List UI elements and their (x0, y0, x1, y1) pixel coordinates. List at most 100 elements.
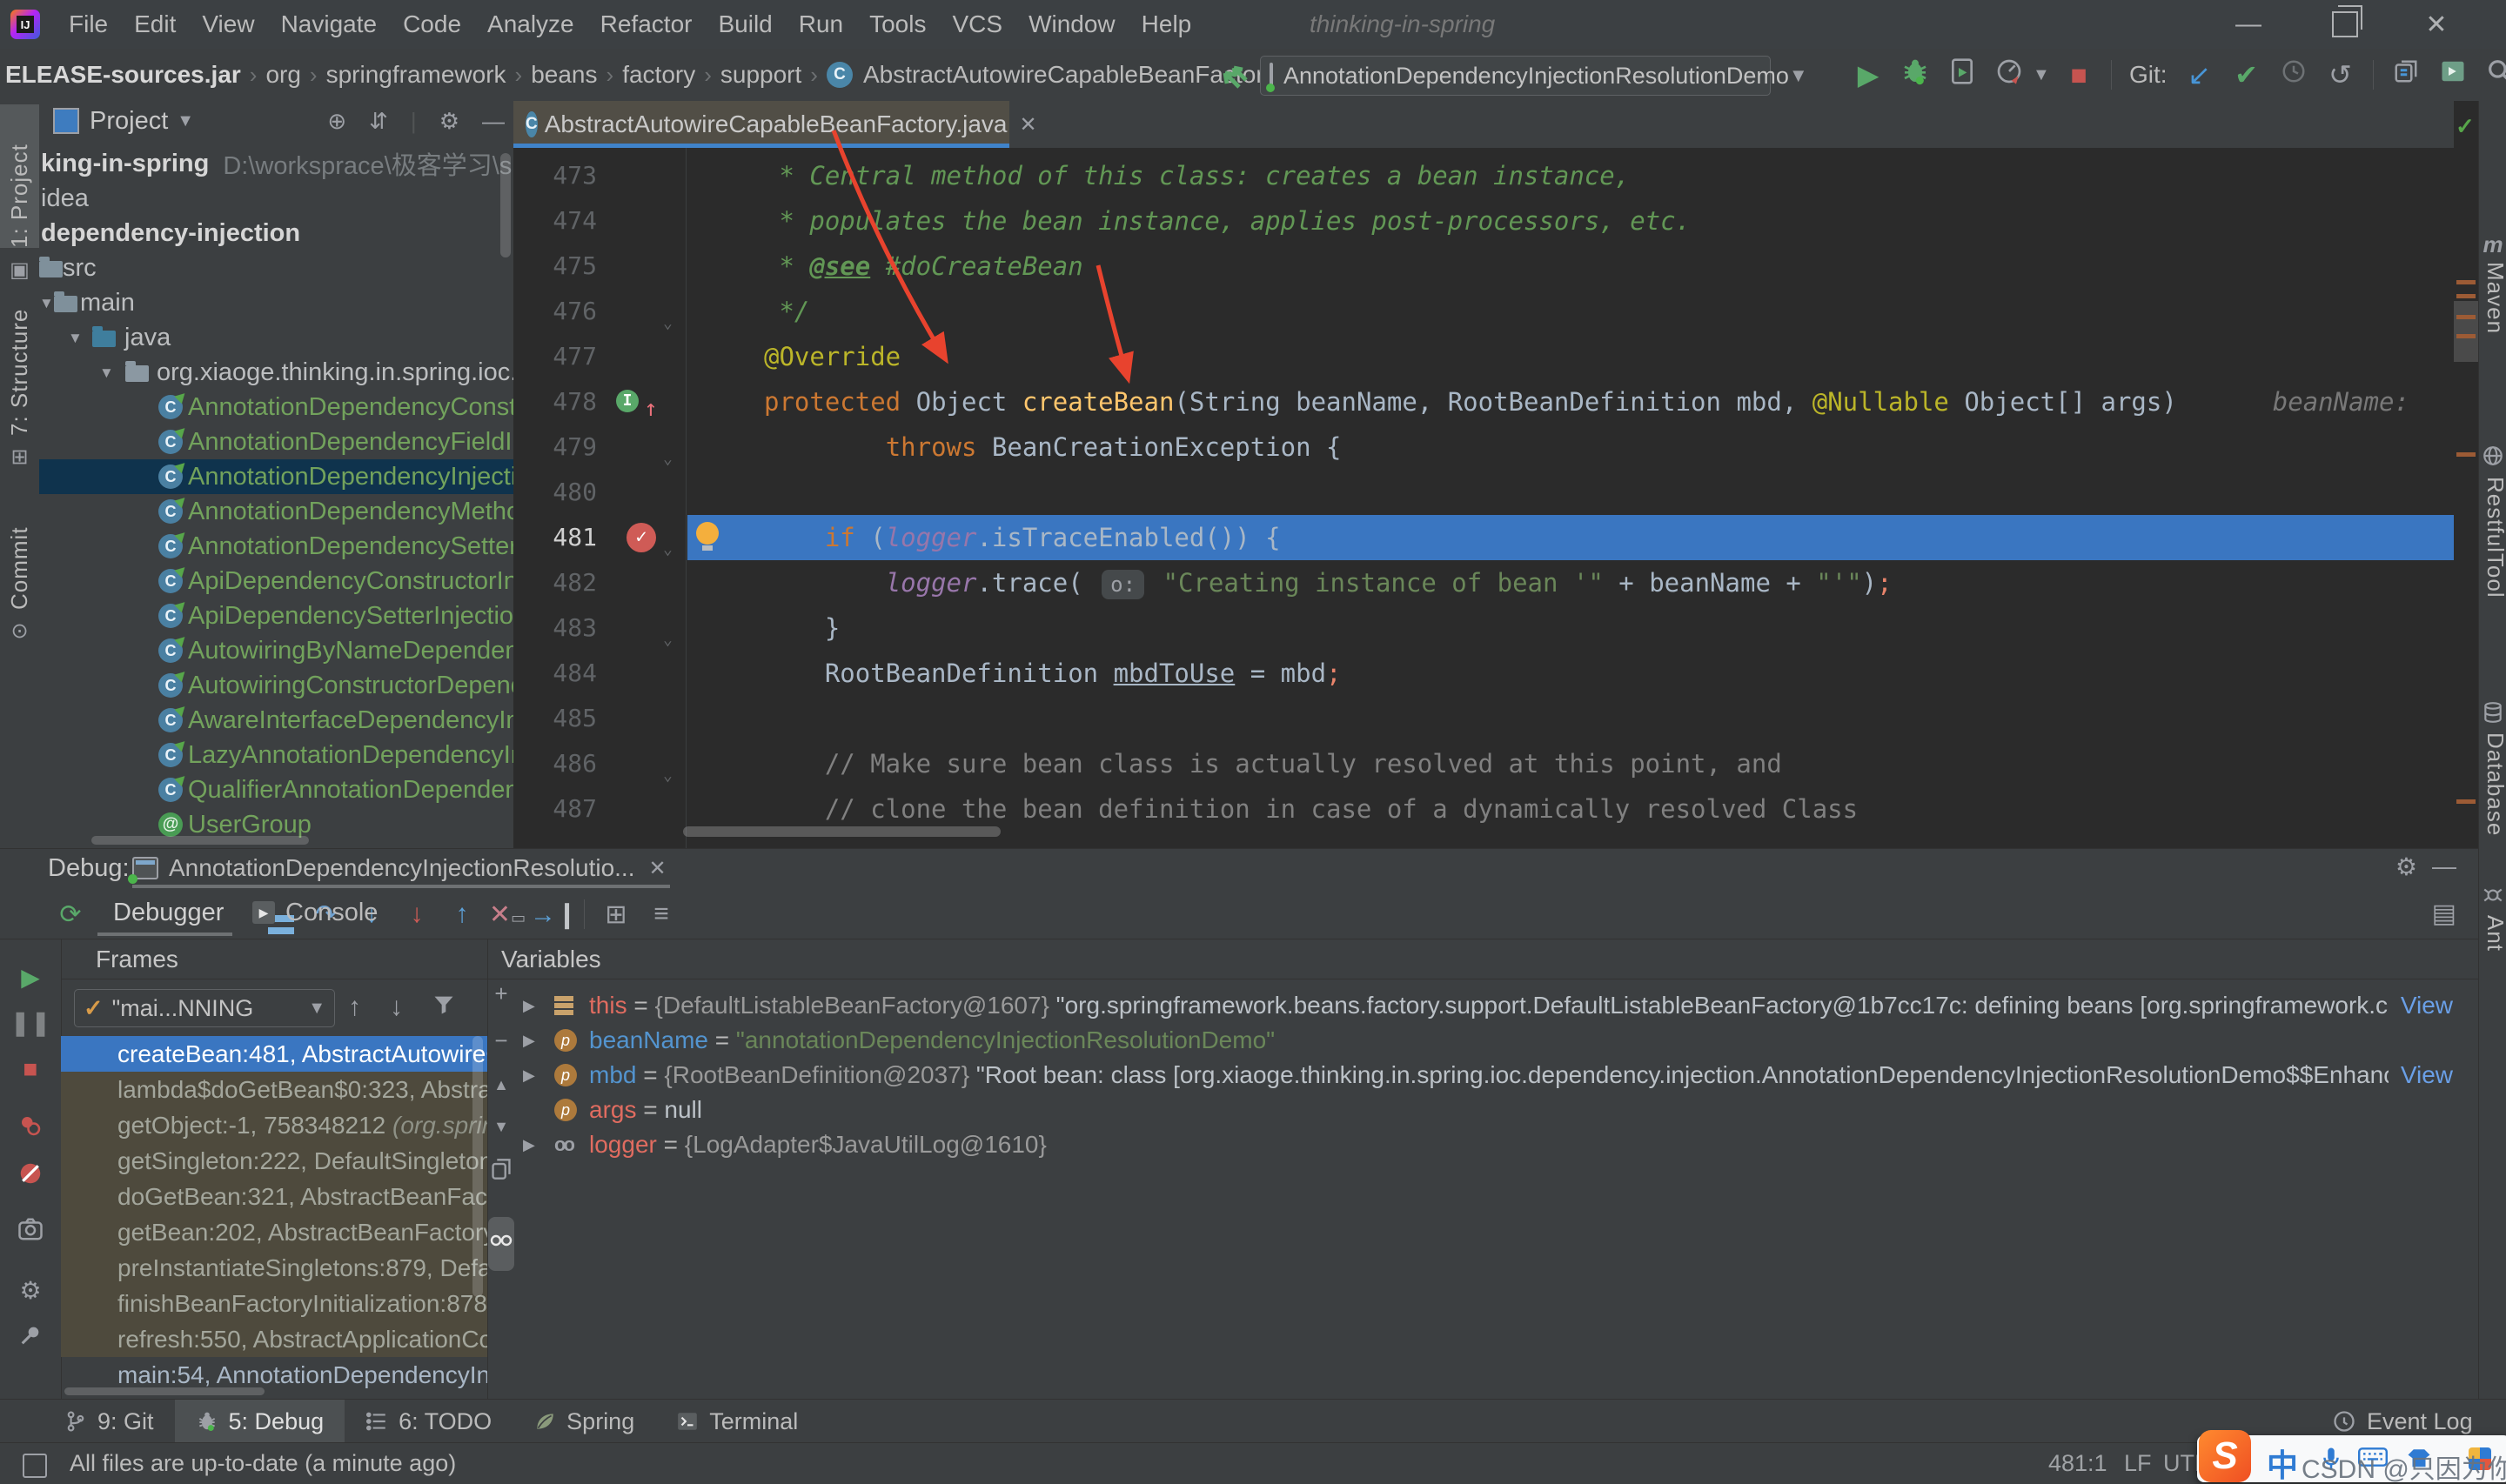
line-number[interactable]: 480 (513, 470, 597, 515)
override-marker-icon[interactable]: I (616, 390, 639, 412)
breakpoint-icon[interactable]: ✓ (626, 523, 656, 552)
frame-row[interactable]: refresh:550, AbstractApplicationCon (61, 1321, 487, 1357)
down-stack-icon[interactable]: ↓ (390, 993, 403, 1022)
sidebar-item-project[interactable]: 1: Project (0, 104, 39, 248)
tree-item[interactable]: ▼ java (39, 320, 513, 355)
menu-vcs[interactable]: VCS (939, 0, 1015, 49)
commit-icon[interactable]: ⊙ (0, 618, 39, 644)
tree-item[interactable]: src (39, 251, 513, 285)
menu-help[interactable]: Help (1129, 0, 1205, 49)
view-breakpoints-icon[interactable] (0, 1113, 61, 1145)
tab-debugger[interactable]: Debugger (97, 890, 239, 935)
grid-icon[interactable]: ⊞ (0, 445, 39, 470)
chevron-expanded-icon[interactable]: ▼ (39, 295, 54, 312)
menu-edit[interactable]: Edit (121, 0, 189, 49)
tab-console[interactable]: ▶ Console (252, 890, 378, 935)
tree-item[interactable]: CLazyAnnotationDependencyInjec (39, 738, 513, 772)
breadcrumb-item[interactable]: ELEASE-sources.jar (2, 61, 245, 89)
menu-file[interactable]: File (56, 0, 121, 49)
tree-item[interactable]: C AutowiringConstructorDepender (39, 668, 513, 703)
resume-icon[interactable]: ▶ (0, 963, 61, 992)
locate-file-icon[interactable]: ⊕ (327, 108, 346, 135)
chevron-down-icon[interactable]: ▼ (177, 111, 194, 131)
line-number[interactable]: 487 (513, 786, 597, 832)
breadcrumb-item[interactable]: factory (619, 61, 699, 89)
gear-icon[interactable]: ⚙ (0, 1276, 61, 1305)
frame-row[interactable]: getObject:-1, 758348212 (org.spring (61, 1107, 487, 1143)
hide-panel-icon[interactable]: — (482, 108, 505, 135)
ime-language-indicator[interactable]: 中 (2267, 1441, 2298, 1484)
line-number[interactable]: 484 (513, 651, 597, 696)
line-number[interactable]: 483 (513, 605, 597, 651)
intention-bulb-icon[interactable] (696, 522, 719, 551)
close-icon[interactable]: ✕ (1020, 112, 1037, 137)
debug-button[interactable] (1892, 57, 1939, 92)
scrollbar-thumb[interactable] (91, 836, 309, 845)
copy-stack-icon[interactable] (487, 1158, 515, 1187)
sidebar-item-structure[interactable]: 7: Structure (0, 288, 39, 436)
git-history-icon[interactable] (2270, 58, 2317, 91)
search-icon[interactable] (2476, 57, 2506, 92)
coverage-button[interactable] (1939, 57, 1986, 92)
collapse-all-icon[interactable]: ⇵ (369, 108, 388, 135)
tree-item[interactable]: CAwareInterfaceDependencyInjec (39, 703, 513, 738)
tree-item[interactable]: idea (39, 181, 513, 216)
git-commit-icon[interactable]: ✔ (2223, 58, 2270, 91)
minimize-icon[interactable]: — (2231, 10, 2266, 39)
menu-run[interactable]: Run (786, 0, 856, 49)
breadcrumb-item[interactable]: support (717, 61, 805, 89)
line-number[interactable]: 478 (513, 379, 597, 424)
drop-frame-icon[interactable]: ✕▭ (485, 899, 530, 930)
run-to-cursor-icon[interactable]: →❙ (530, 899, 578, 930)
breadcrumb-item[interactable]: org (262, 61, 304, 89)
view-link[interactable]: View (2401, 1061, 2453, 1089)
error-stripe-mark[interactable] (2456, 799, 2476, 804)
run-button[interactable]: ▶ (1845, 58, 1892, 91)
chevron-expanded-icon[interactable]: ▼ (99, 364, 114, 382)
tool-window-button-git[interactable]: 9: Git (44, 1400, 175, 1443)
tree-item[interactable]: C AnnotationDependencyFieldInje (39, 424, 513, 459)
tree-item[interactable]: CApiDependencyConstructorInjec (39, 564, 513, 598)
tool-window-button-spring[interactable]: Spring (513, 1400, 655, 1443)
scroll-up-icon[interactable]: ▲ (487, 1076, 515, 1094)
error-stripe-mark[interactable] (2456, 452, 2476, 457)
hide-panel-icon[interactable]: — (2432, 852, 2456, 880)
tree-item[interactable]: dependency-injection (39, 216, 513, 251)
line-number[interactable]: 479 (513, 424, 597, 470)
profiler-button[interactable] (1986, 57, 2033, 92)
thread-dump-icon[interactable] (0, 1217, 61, 1247)
gear-icon[interactable]: ⚙ (439, 108, 459, 135)
step-out-icon[interactable]: ↑ (439, 899, 485, 929)
scrollbar-thumb[interactable] (500, 153, 511, 257)
tree-item[interactable]: CAutowiringByNameDependencyS (39, 633, 513, 668)
mute-breakpoints-icon[interactable] (0, 1160, 61, 1193)
breadcrumb-item[interactable]: beans (527, 61, 600, 89)
line-separator[interactable]: LF (2124, 1450, 2152, 1477)
variable-row[interactable]: ▶ oo logger = {LogAdapter$JavaUtilLog@1610… (488, 1127, 2479, 1162)
error-stripe-mark[interactable] (2456, 334, 2476, 338)
add-watch-icon[interactable]: + (487, 980, 515, 1007)
project-header-title[interactable]: Project (90, 107, 168, 136)
tree-item[interactable]: king-in-spring D:\worksprace\极客学习\spring\ (39, 146, 513, 181)
error-stripe-mark[interactable] (2456, 280, 2476, 284)
scrollbar-thumb[interactable] (472, 1036, 483, 1297)
chevron-expanded-icon[interactable]: ▼ (68, 330, 83, 347)
line-number[interactable]: 481 (513, 515, 597, 560)
variable-row[interactable]: ▶ p beanName = "annotationDependencyInject… (488, 1023, 2479, 1058)
frame-row[interactable]: getBean:202, AbstractBeanFactory ( (61, 1214, 487, 1250)
tree-item[interactable]: CAnnotationDependencyConstruc (39, 390, 513, 424)
up-stack-icon[interactable]: ↑ (348, 993, 361, 1022)
error-stripe-mark[interactable] (2456, 294, 2476, 298)
tree-item[interactable]: ▼ main (39, 285, 513, 320)
stop-icon[interactable]: ■ (0, 1055, 61, 1083)
inspections-ok-icon[interactable]: ✓ (2456, 113, 2475, 140)
stop-button[interactable]: ■ (2055, 59, 2102, 91)
tool-window-button-terminal[interactable]: Terminal (655, 1400, 819, 1443)
tree-item[interactable]: C ApiDependencySetterInjectionD (39, 598, 513, 633)
frame-row[interactable]: preInstantiateSingletons:879, Defau (61, 1250, 487, 1286)
rerun-icon[interactable]: ⟳ (48, 899, 93, 930)
evaluate-expression-icon[interactable]: ⊞ (593, 899, 639, 930)
close-icon[interactable]: ✕ (648, 856, 666, 881)
run-configuration-select[interactable]: AnnotationDependencyInjectionResolutionD… (1260, 56, 1808, 96)
thread-selector[interactable]: ✓ "mai...NNING ▼ (74, 989, 335, 1027)
